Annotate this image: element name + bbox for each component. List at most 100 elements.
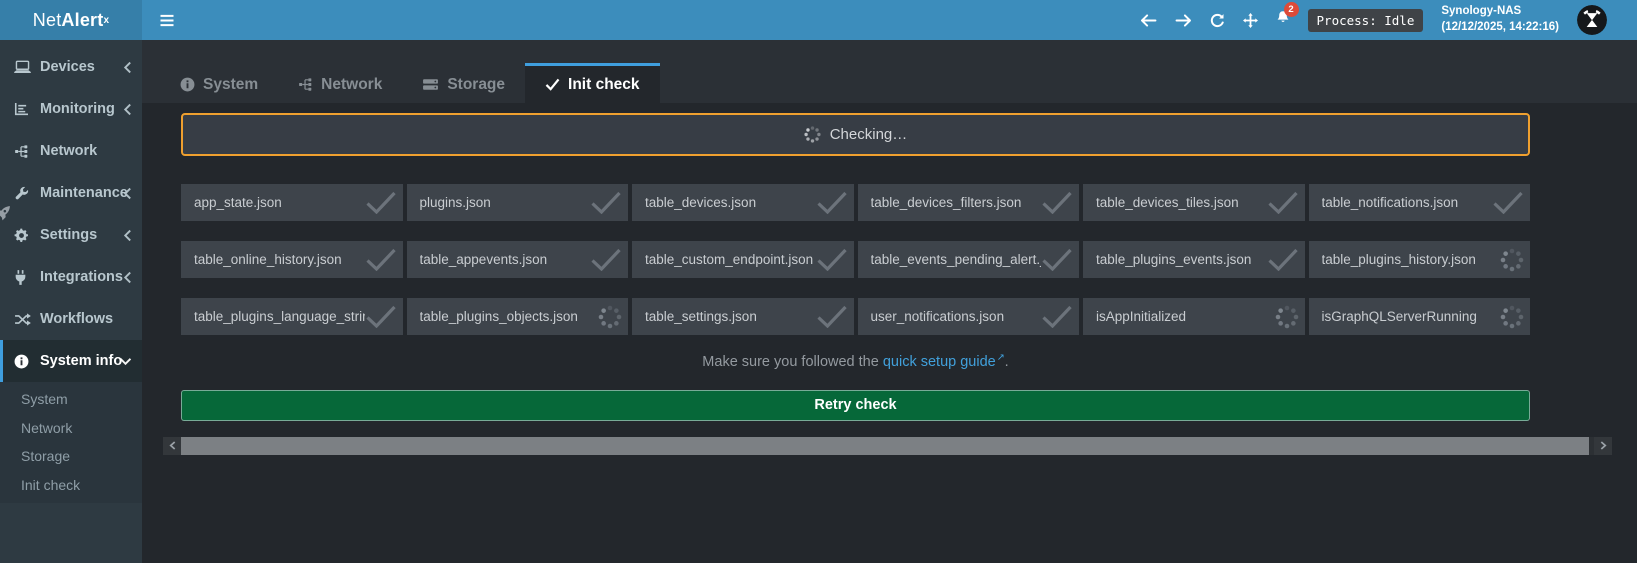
sidebar-item-settings[interactable]: Settings bbox=[0, 214, 142, 256]
netalertx-app: NetAlertx 2 Process: Idle Synology-NAS (… bbox=[0, 0, 1637, 563]
topbar-main: 2 Process: Idle Synology-NAS (12/12/2025… bbox=[142, 0, 1637, 40]
tile-label: app_state.json bbox=[194, 195, 365, 210]
sidebar-item-label: Integrations bbox=[40, 269, 123, 285]
gear-icon bbox=[14, 228, 35, 243]
tab-system[interactable]: System bbox=[160, 63, 278, 103]
horizontal-scrollbar[interactable] bbox=[163, 437, 1612, 455]
init-check-tile: plugins.json bbox=[407, 184, 629, 221]
tile-label: table_events_pending_alert.json bbox=[871, 252, 1042, 267]
chevron-right-icon bbox=[1600, 437, 1607, 455]
chevron-left-icon bbox=[169, 437, 176, 455]
topbar: NetAlertx 2 Process: Idle Synology-NAS (… bbox=[0, 0, 1637, 40]
sidebar-item-system-info[interactable]: System info bbox=[0, 340, 142, 382]
init-check-tile: table_devices.json bbox=[632, 184, 854, 221]
move-arrows-icon[interactable] bbox=[1243, 13, 1258, 28]
plug-icon bbox=[14, 270, 35, 285]
init-check-panel: Checking… app_state.json plugins.json tabl… bbox=[142, 103, 1637, 563]
init-check-tile: isGraphQLServerRunning bbox=[1309, 298, 1531, 335]
init-check-tiles: app_state.json plugins.json table_devices.… bbox=[181, 184, 1530, 335]
sidebar-subitem-network[interactable]: Network bbox=[0, 414, 142, 443]
forward-arrow-icon[interactable] bbox=[1175, 14, 1192, 27]
tile-label: user_notifications.json bbox=[871, 309, 1042, 324]
tile-label: table_notifications.json bbox=[1322, 195, 1493, 210]
check-icon bbox=[1041, 191, 1073, 214]
tab-storage[interactable]: Storage bbox=[402, 63, 525, 103]
sidebar-item-maintenance[interactable]: Maintenance bbox=[0, 172, 142, 214]
sidebar-item-label: Workflows bbox=[40, 311, 132, 327]
wrench-icon bbox=[14, 186, 35, 201]
tab-label: System bbox=[203, 76, 258, 94]
tile-label: table_plugins_objects.json bbox=[420, 309, 599, 324]
notifications-bell-icon[interactable]: 2 bbox=[1276, 10, 1290, 30]
tab-init-check[interactable]: Init check bbox=[525, 63, 660, 103]
retry-check-button[interactable]: Retry check bbox=[181, 390, 1530, 421]
back-arrow-icon[interactable] bbox=[1140, 14, 1157, 27]
tile-label: isGraphQLServerRunning bbox=[1322, 309, 1501, 324]
init-check-tile: isAppInitialized bbox=[1083, 298, 1305, 335]
init-check-tile: table_plugins_language_strings.json bbox=[181, 298, 403, 335]
check-icon bbox=[1041, 305, 1073, 328]
spinner-icon bbox=[1500, 305, 1524, 329]
storage-icon bbox=[422, 78, 439, 91]
tile-label: table_plugins_history.json bbox=[1322, 252, 1501, 267]
tab-network[interactable]: Network bbox=[278, 63, 402, 103]
scroll-left-button[interactable] bbox=[163, 437, 181, 455]
init-check-tile: table_events_pending_alert.json bbox=[858, 241, 1080, 278]
init-check-tile: table_custom_endpoint.json bbox=[632, 241, 854, 278]
tile-label: table_devices_tiles.json bbox=[1096, 195, 1267, 210]
sidebar-item-devices[interactable]: Devices bbox=[0, 46, 142, 88]
tab-bar: System Network StorageInit check bbox=[142, 40, 1637, 103]
network-icon bbox=[298, 77, 313, 92]
external-link-icon: ↗ bbox=[997, 352, 1005, 363]
spinner-icon bbox=[598, 305, 622, 329]
device-timestamp: (12/12/2025, 14:22:16) bbox=[1441, 20, 1559, 36]
chevron-left-icon bbox=[123, 103, 132, 116]
check-icon bbox=[545, 78, 560, 91]
refresh-icon[interactable] bbox=[1210, 13, 1225, 28]
check-icon bbox=[590, 191, 622, 214]
check-icon bbox=[590, 248, 622, 271]
tile-label: isAppInitialized bbox=[1096, 309, 1275, 324]
avatar[interactable] bbox=[1577, 5, 1607, 35]
avatar-icon bbox=[1577, 5, 1607, 35]
hint-text-suffix: . bbox=[1005, 354, 1009, 370]
chevron-left-icon bbox=[123, 229, 132, 242]
app-logo[interactable]: NetAlertx bbox=[0, 0, 142, 40]
check-icon bbox=[816, 305, 848, 328]
tile-label: plugins.json bbox=[420, 195, 591, 210]
topbar-actions: 2 Process: Idle Synology-NAS (12/12/2025… bbox=[1140, 4, 1637, 35]
sidebar-item-monitoring[interactable]: Monitoring bbox=[0, 88, 142, 130]
sidebar-item-network[interactable]: Network bbox=[0, 130, 142, 172]
sidebar-item-workflows[interactable]: Workflows bbox=[0, 298, 142, 340]
logo-text-bold: Alert bbox=[61, 10, 103, 31]
spinner-icon bbox=[1275, 305, 1299, 329]
check-icon bbox=[816, 248, 848, 271]
init-check-tile: table_plugins_history.json bbox=[1309, 241, 1531, 278]
sidebar-nav: Devices Monitoring Network Maintenance Setti… bbox=[0, 40, 142, 503]
chevron-left-icon bbox=[123, 271, 132, 284]
quick-setup-guide-link[interactable]: quick setup guide↗ bbox=[883, 354, 1005, 370]
init-check-tile: table_devices_tiles.json bbox=[1083, 184, 1305, 221]
tab-label: Network bbox=[321, 76, 382, 94]
check-icon bbox=[1267, 191, 1299, 214]
checking-status-text: Checking… bbox=[830, 126, 908, 143]
sidebar-item-integrations[interactable]: Integrations bbox=[0, 256, 142, 298]
sidebar-item-label: Monitoring bbox=[40, 101, 123, 117]
tile-label: table_plugins_language_strings.json bbox=[194, 309, 365, 324]
logo-text-prefix: Net bbox=[33, 10, 62, 31]
init-check-tile: app_state.json bbox=[181, 184, 403, 221]
sidebar-subitem-storage[interactable]: Storage bbox=[0, 442, 142, 471]
sidebar-item-label: Maintenance bbox=[40, 185, 123, 201]
notification-count-badge: 2 bbox=[1284, 2, 1299, 17]
sidebar-toggle-button[interactable] bbox=[142, 0, 192, 40]
chevron-left-icon bbox=[123, 61, 132, 74]
tile-label: table_custom_endpoint.json bbox=[645, 252, 816, 267]
sidebar-subitem-init-check[interactable]: Init check bbox=[0, 471, 142, 500]
tile-label: table_settings.json bbox=[645, 309, 816, 324]
scroll-right-button[interactable] bbox=[1594, 437, 1612, 455]
sidebar-item-label: Settings bbox=[40, 227, 123, 243]
scrollbar-thumb[interactable] bbox=[181, 437, 1589, 455]
setup-hint: Make sure you followed the quick setup g… bbox=[181, 352, 1530, 370]
checking-status-box: Checking… bbox=[181, 113, 1530, 156]
sidebar-subitem-system[interactable]: System bbox=[0, 385, 142, 414]
